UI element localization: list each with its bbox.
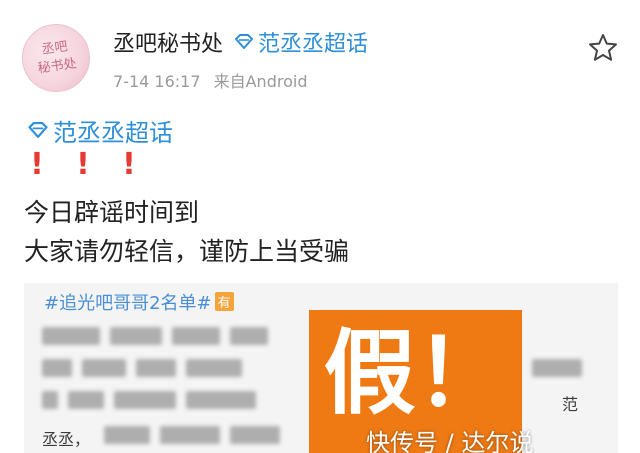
avatar-label: 丞吧 秘书处 — [36, 39, 78, 77]
star-outline-icon[interactable] — [587, 32, 619, 64]
blurred-row — [42, 391, 256, 411]
exclamation-icon: ! — [76, 147, 90, 182]
diamond-topic-icon — [235, 34, 254, 49]
blurred-row — [104, 426, 280, 446]
image-badge: 有 — [214, 292, 234, 311]
image-text-fragment: 丞丞， — [42, 430, 91, 449]
alert-marks: ! ! ! — [26, 150, 164, 180]
blurred-row — [532, 359, 582, 379]
post-image[interactable]: #追光吧哥哥2名单# 有 范 丞丞， 假！ 快传号 / 达尔说 — [24, 283, 618, 453]
diamond-topic-icon — [28, 122, 48, 138]
post-time: 7-14 16:17 — [113, 72, 201, 91]
watermark: 快传号 / 达尔说 — [366, 429, 534, 453]
post-text-line: 大家请勿轻信，谨防上当受骗 — [24, 237, 350, 266]
post-meta: 7-14 16:17 来自Android — [113, 68, 307, 92]
topic-inline-label: 范丞丞超话 — [258, 32, 369, 57]
topic-tag-link[interactable]: 范丞丞超话 — [26, 113, 173, 148]
avatar[interactable]: 丞吧 秘书处 — [17, 19, 95, 97]
blurred-row — [42, 327, 268, 347]
post-header: 丞吧秘书处 范丞丞超话 — [113, 25, 368, 59]
fake-stamp-text: 假！ — [323, 320, 508, 427]
username[interactable]: 丞吧秘书处 — [113, 26, 223, 58]
post-text-line: 今日辟谣时间到 — [24, 198, 200, 227]
blurred-row — [42, 359, 242, 379]
exclamation-icon: ! — [122, 147, 136, 182]
post-source: 来自Android — [213, 72, 308, 91]
topic-link-inline[interactable]: 范丞丞超话 — [233, 26, 368, 58]
image-text-fragment: 范 — [562, 395, 579, 414]
image-hashtag-title: #追光吧哥哥2名单# 有 — [44, 289, 234, 315]
topic-tag-label: 范丞丞超话 — [53, 119, 173, 147]
exclamation-icon: ! — [30, 147, 44, 182]
image-hashtag: #追光吧哥哥2名单# — [44, 293, 212, 314]
